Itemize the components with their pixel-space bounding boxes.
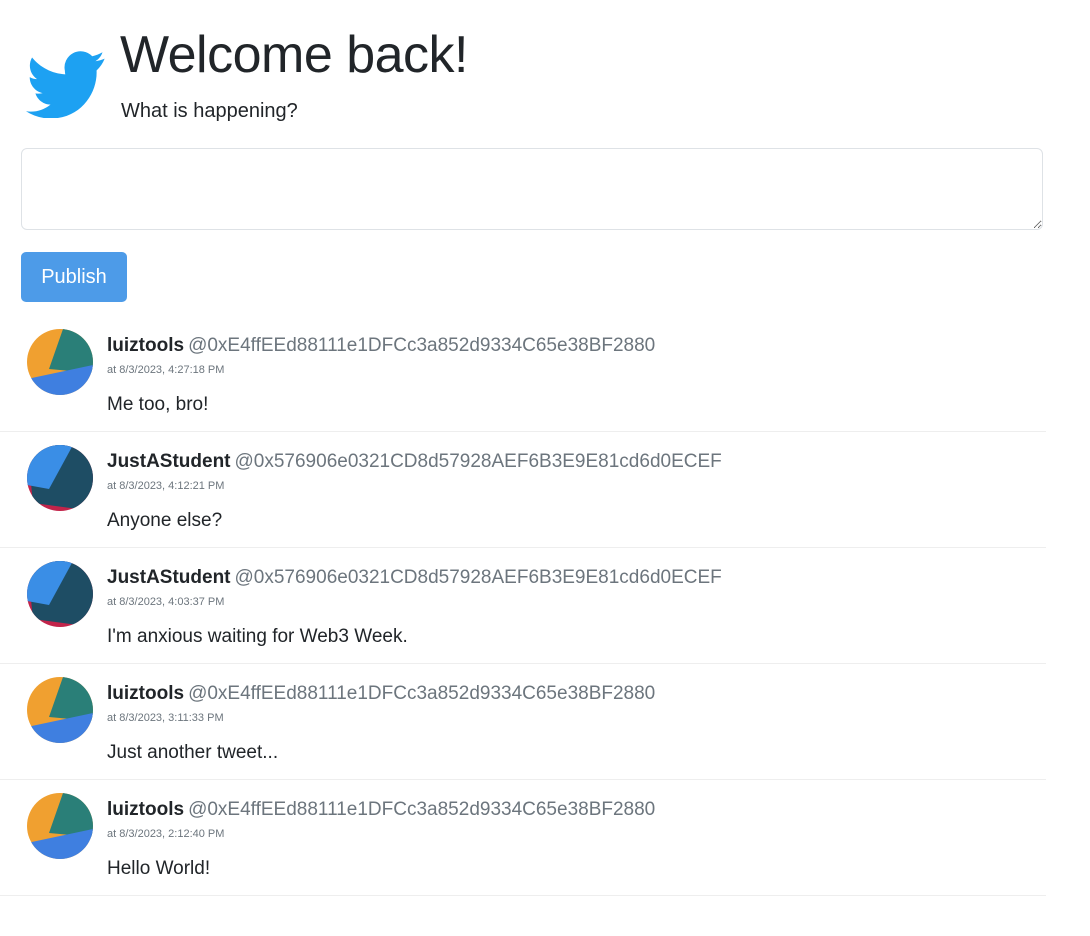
tweet-username[interactable]: luiztools: [107, 683, 184, 704]
tweet-address: @0xE4ffEEd88111e1DFCc3a852d9334C65e38BF2…: [188, 799, 656, 820]
avatar: [27, 677, 93, 743]
header: Welcome back! What is happening?: [26, 24, 1046, 134]
tweet-text: Anyone else?: [107, 510, 223, 531]
tweet-text: Hello World!: [107, 858, 211, 879]
tweet-item: luiztools @0xE4ffEEd88111e1DFCc3a852d9334…: [0, 664, 1046, 780]
tweet-header: JustAStudent @0x576906e0321CD8d57928AEF6B…: [107, 451, 722, 473]
page-title: Welcome back!: [120, 26, 469, 84]
twitter-bird-icon: [26, 51, 105, 118]
tweet-item: luiztools @0xE4ffEEd88111e1DFCc3a852d9334…: [0, 316, 1046, 432]
tweet-timestamp: at 8/3/2023, 4:03:37 PM: [107, 596, 225, 608]
tweet-timestamp: at 8/3/2023, 3:11:33 PM: [107, 712, 224, 724]
avatar: [27, 445, 93, 511]
tweet-username[interactable]: JustAStudent: [107, 567, 231, 588]
identicon-orange-teal-blue: [27, 793, 93, 859]
avatar: [27, 561, 93, 627]
avatar: [27, 793, 93, 859]
page: Welcome back! What is happening? Publish…: [0, 0, 1090, 936]
tweet-username[interactable]: JustAStudent: [107, 451, 231, 472]
tweet-timestamp: at 8/3/2023, 4:27:18 PM: [107, 364, 225, 376]
tweet-address: @0xE4ffEEd88111e1DFCc3a852d9334C65e38BF2…: [188, 683, 656, 704]
identicon-orange-teal-blue: [27, 677, 93, 743]
identicon-navy-blue-red: [27, 445, 93, 511]
tweet-header: luiztools @0xE4ffEEd88111e1DFCc3a852d9334…: [107, 335, 655, 357]
avatar: [27, 329, 93, 395]
tweet-timestamp: at 8/3/2023, 4:12:21 PM: [107, 480, 225, 492]
tweet-header: luiztools @0xE4ffEEd88111e1DFCc3a852d9334…: [107, 799, 655, 821]
page-subtitle: What is happening?: [121, 100, 298, 122]
tweet-text: Me too, bro!: [107, 394, 209, 415]
publish-button[interactable]: Publish: [21, 252, 127, 302]
tweet-timestamp: at 8/3/2023, 2:12:40 PM: [107, 828, 225, 840]
tweet-composer-input[interactable]: [21, 148, 1043, 230]
tweet-address: @0x576906e0321CD8d57928AEF6B3E9E81cd6d0E…: [234, 567, 722, 588]
tweet-username[interactable]: luiztools: [107, 799, 184, 820]
tweet-address: @0x576906e0321CD8d57928AEF6B3E9E81cd6d0E…: [234, 451, 722, 472]
tweet-username[interactable]: luiztools: [107, 335, 184, 356]
identicon-orange-teal-blue: [27, 329, 93, 395]
tweet-text: Just another tweet...: [107, 742, 279, 763]
tweet-item: luiztools @0xE4ffEEd88111e1DFCc3a852d9334…: [0, 780, 1046, 896]
tweet-header: JustAStudent @0x576906e0321CD8d57928AEF6B…: [107, 567, 722, 589]
identicon-navy-blue-red: [27, 561, 93, 627]
tweet-feed: luiztools @0xE4ffEEd88111e1DFCc3a852d9334…: [0, 316, 1046, 896]
tweet-header: luiztools @0xE4ffEEd88111e1DFCc3a852d9334…: [107, 683, 655, 705]
tweet-address: @0xE4ffEEd88111e1DFCc3a852d9334C65e38BF2…: [188, 335, 656, 356]
tweet-text: I'm anxious waiting for Web3 Week.: [107, 626, 408, 647]
tweet-item: JustAStudent @0x576906e0321CD8d57928AEF6B…: [0, 548, 1046, 664]
tweet-item: JustAStudent @0x576906e0321CD8d57928AEF6B…: [0, 432, 1046, 548]
